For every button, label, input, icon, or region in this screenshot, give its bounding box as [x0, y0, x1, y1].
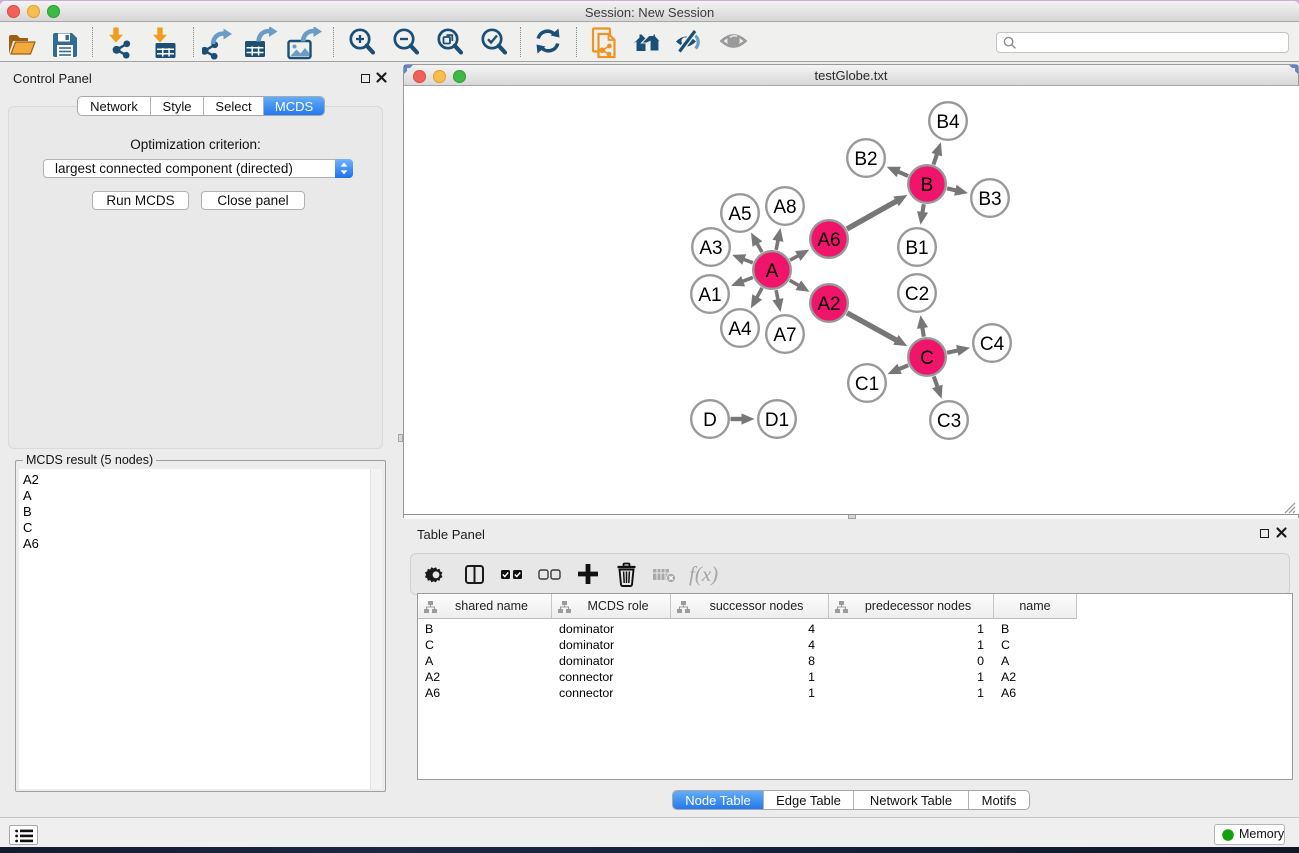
svg-text:A5: A5 — [728, 204, 751, 225]
svg-text:A4: A4 — [728, 319, 752, 340]
svg-text:B1: B1 — [905, 238, 928, 259]
svg-text:A: A — [766, 261, 779, 282]
svg-text:A2: A2 — [817, 294, 840, 315]
svg-text:A1: A1 — [698, 285, 721, 306]
svg-text:C3: C3 — [937, 411, 961, 432]
svg-text:C: C — [920, 348, 934, 369]
svg-text:D1: D1 — [765, 410, 789, 431]
svg-text:B4: B4 — [936, 112, 960, 133]
svg-text:A3: A3 — [699, 238, 722, 259]
svg-text:B: B — [921, 175, 934, 196]
svg-text:C2: C2 — [905, 284, 929, 305]
svg-text:B2: B2 — [854, 149, 877, 170]
svg-text:A8: A8 — [773, 197, 796, 218]
svg-text:C4: C4 — [980, 334, 1005, 355]
svg-text:f(x): f(x) — [689, 562, 718, 586]
svg-text:A7: A7 — [773, 325, 796, 346]
svg-text:C1: C1 — [855, 374, 879, 395]
svg-text:A6: A6 — [817, 230, 840, 251]
svg-text:D: D — [703, 410, 717, 431]
svg-text:B3: B3 — [978, 189, 1001, 210]
